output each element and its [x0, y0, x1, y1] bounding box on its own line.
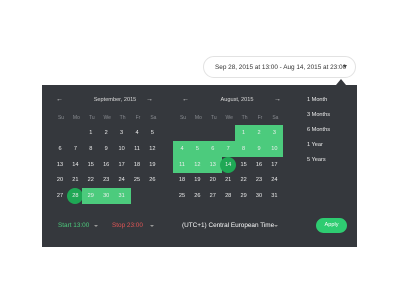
- chevron-down-icon: [150, 225, 154, 227]
- calendar-day[interactable]: 19: [143, 157, 161, 173]
- preset-option[interactable]: 3 Months: [307, 112, 330, 118]
- weekday-label: Sa: [272, 115, 279, 121]
- chevron-down-icon: [343, 65, 347, 68]
- calendar-day[interactable]: 10: [265, 140, 284, 157]
- preset-option[interactable]: 1 Year: [307, 142, 323, 148]
- start-time-select[interactable]: Start 13:00: [58, 222, 89, 229]
- date-picker-panel: ← September, 2015 → Su Mo Tu We Th Fr Sa 1 2 3 4 5 6…: [42, 85, 357, 247]
- calendar-day[interactable]: 31: [265, 188, 283, 204]
- calendar-day[interactable]: 26: [143, 172, 161, 188]
- calendar-day[interactable]: 13: [203, 156, 222, 173]
- date-range-label: Sep 28, 2015 at 13:00 - Aug 14, 2015 at …: [215, 63, 347, 71]
- preset-option[interactable]: 1 Month: [307, 97, 327, 103]
- calendar-header: ← August, 2015 →: [172, 93, 302, 107]
- month-title: August, 2015: [220, 97, 254, 103]
- calendar-day[interactable]: 5: [143, 125, 161, 141]
- calendar-day[interactable]: 27: [51, 188, 69, 204]
- calendar-header: ← September, 2015 →: [50, 93, 180, 107]
- chevron-down-icon: [94, 225, 98, 227]
- next-month-arrow-icon[interactable]: →: [146, 93, 153, 107]
- calendar-day[interactable]: 24: [265, 172, 283, 188]
- calendar-august: ← August, 2015 → Su Mo Tu We Th Fr Sa 1 2 3 4 5 6 7 8 9…: [172, 93, 302, 203]
- weekday-label: Sa: [150, 115, 157, 121]
- calendar-day[interactable]: 17: [265, 157, 283, 173]
- stop-time-select[interactable]: Stop 23:00: [112, 222, 143, 229]
- next-month-arrow-icon[interactable]: →: [274, 93, 281, 107]
- apply-button[interactable]: Apply: [316, 218, 347, 233]
- calendar-day[interactable]: 12: [143, 141, 161, 157]
- preset-option[interactable]: 6 Months: [307, 127, 330, 133]
- month-title: September, 2015: [93, 97, 137, 103]
- calendar-day[interactable]: 3: [265, 125, 284, 141]
- calendar-september: ← September, 2015 → Su Mo Tu We Th Fr Sa 1 2 3 4 5 6…: [50, 93, 180, 205]
- calendar-day[interactable]: 31: [112, 188, 131, 205]
- chevron-down-icon: [274, 225, 278, 227]
- date-range-dropdown[interactable]: Sep 28, 2015 at 13:00 - Aug 14, 2015 at …: [203, 56, 356, 78]
- preset-option[interactable]: 5 Years: [307, 157, 326, 163]
- timezone-select[interactable]: (UTC+1) Central European Time: [182, 222, 274, 229]
